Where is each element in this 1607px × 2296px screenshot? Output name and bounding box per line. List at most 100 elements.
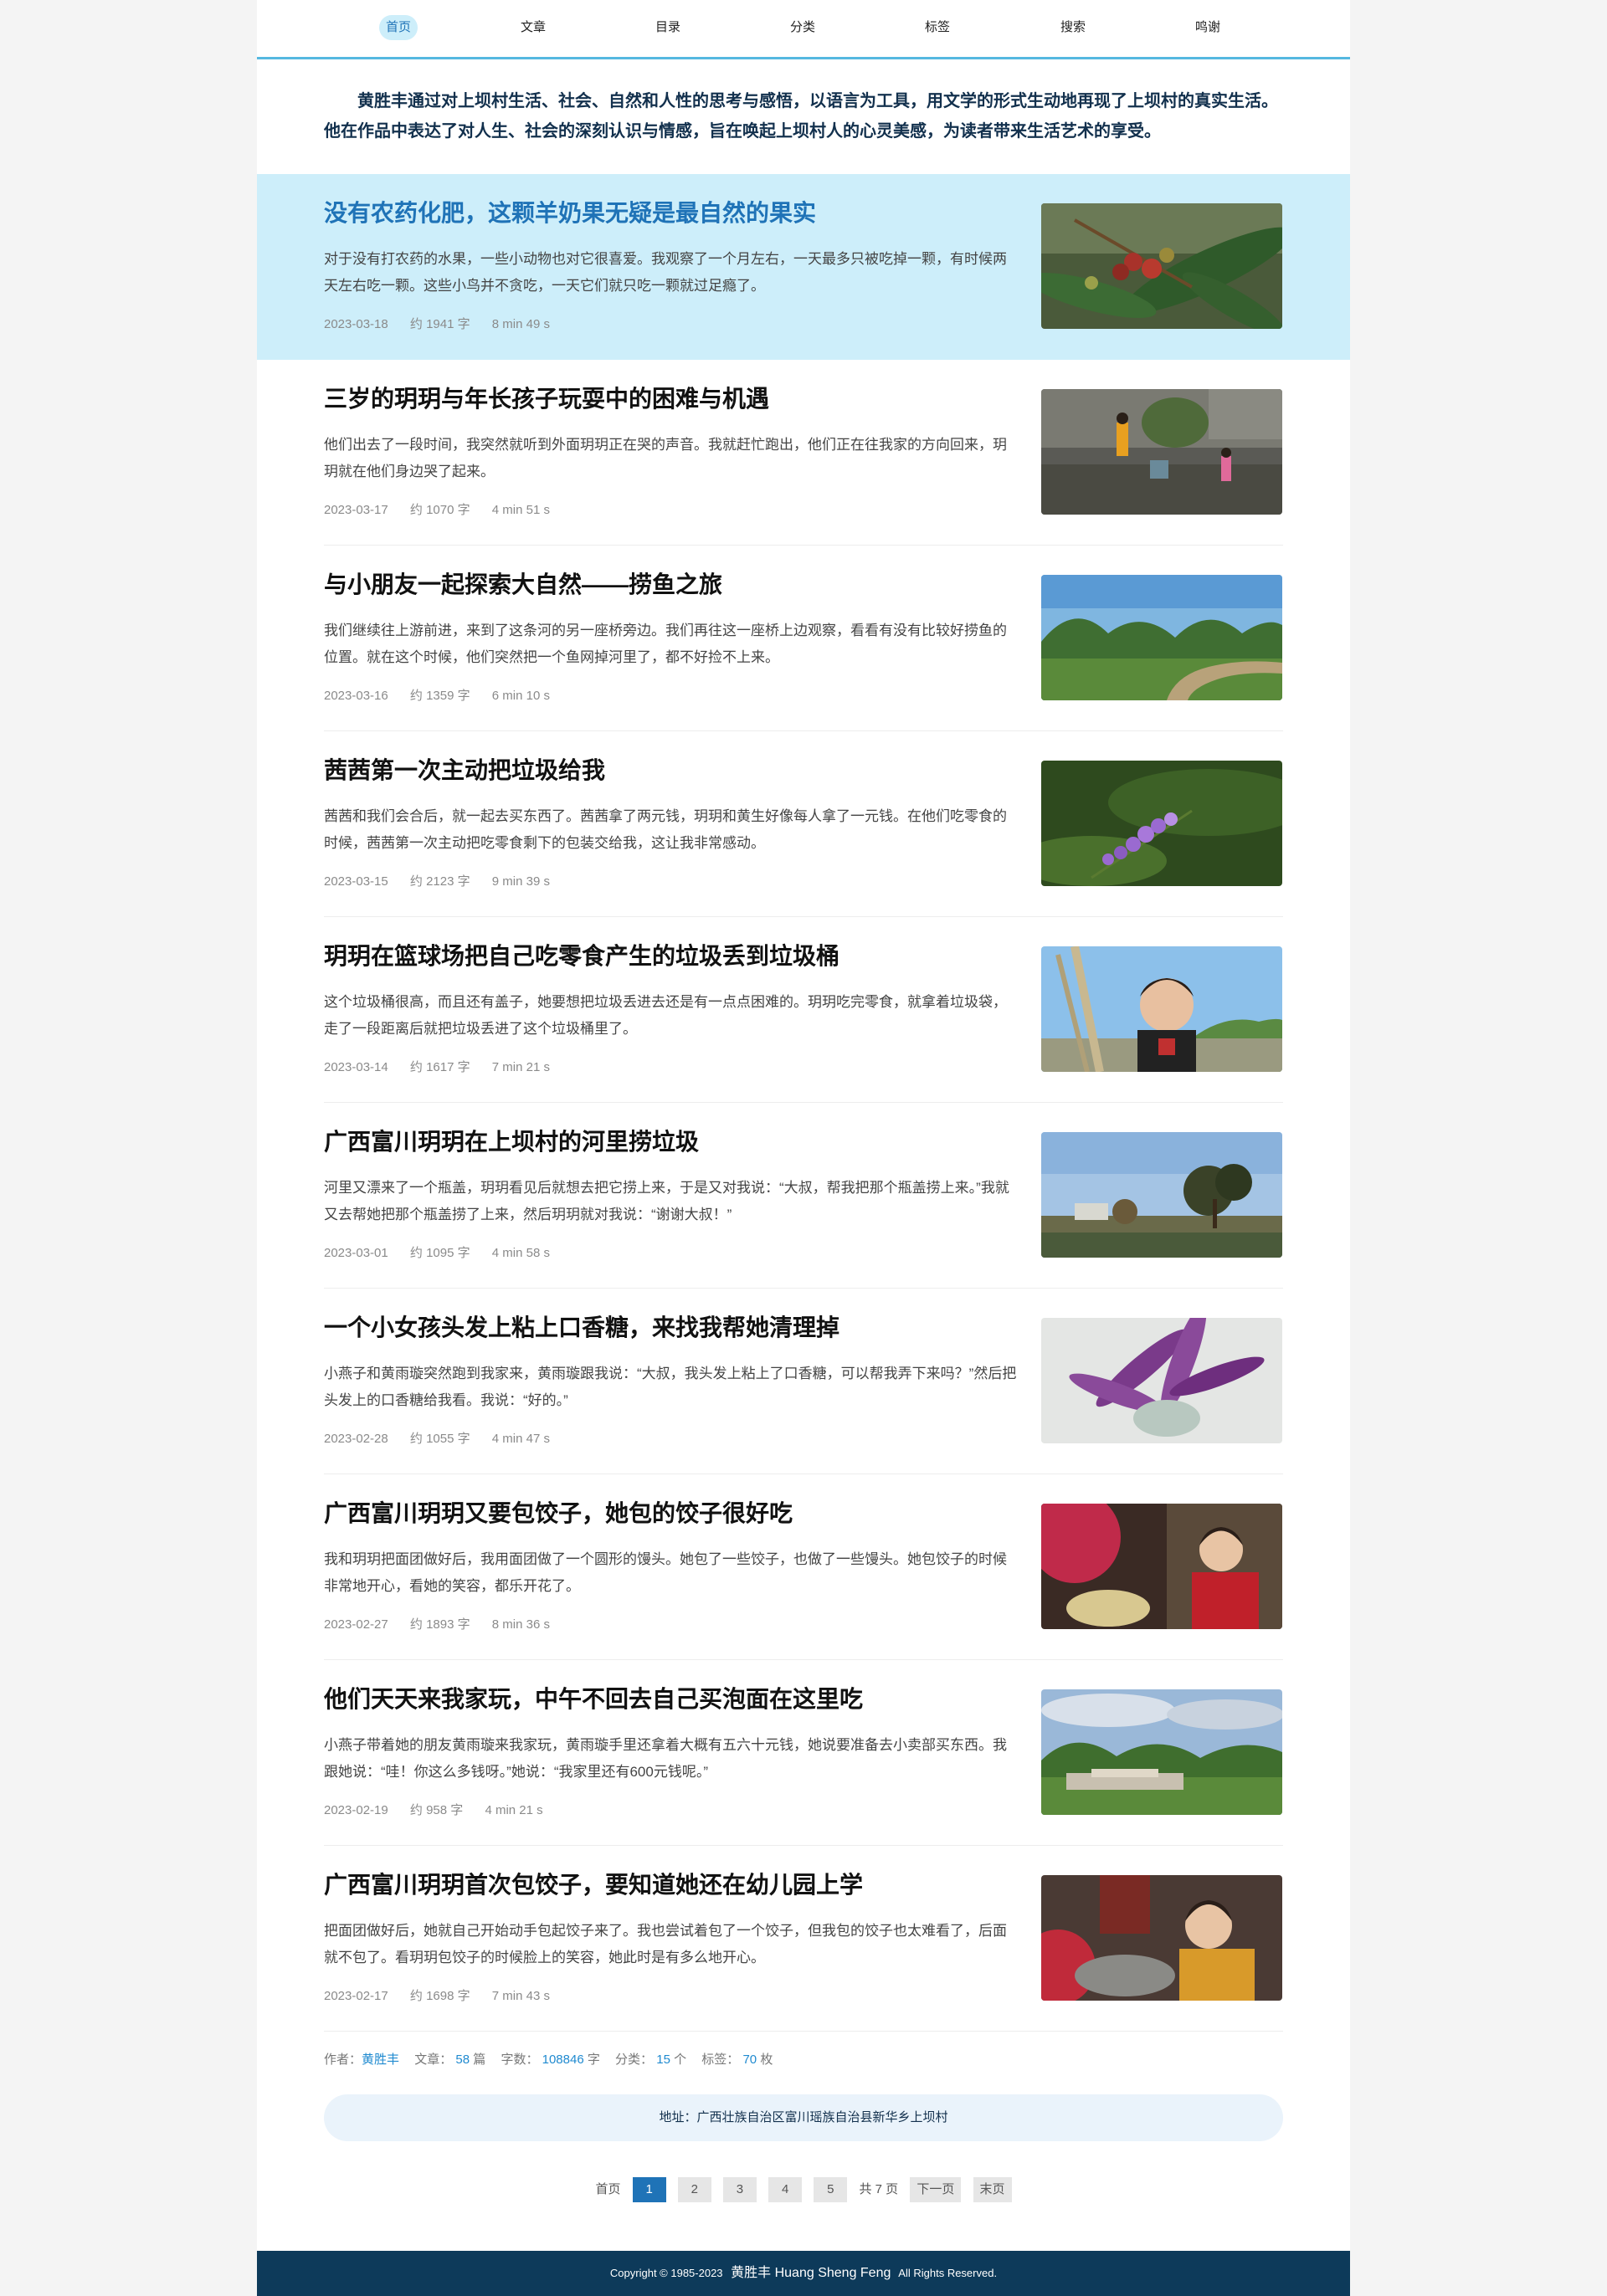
article-title[interactable]: 一个小女孩头发上粘上口香糖，来找我帮她清理掉 xyxy=(324,1311,1027,1345)
article-date: 2023-03-17 xyxy=(324,503,388,517)
pagination: 首页 1 2 3 4 5 共 7 页 下一页 末页 xyxy=(257,2177,1350,2202)
article-card[interactable]: 广西富川玥玥在上坝村的河里捞垃圾 河里又漂来了一个瓶盖，玥玥看见后就想去把它捞上… xyxy=(257,1103,1350,1289)
article-title[interactable]: 玥玥在篮球场把自己吃零食产生的垃圾丢到垃圾桶 xyxy=(324,940,1027,973)
article-card[interactable]: 玥玥在篮球场把自己吃零食产生的垃圾丢到垃圾桶 这个垃圾桶很高，而且还有盖子，她要… xyxy=(257,917,1350,1103)
tags-unit: 枚 xyxy=(760,2053,773,2067)
berries-photo[interactable] xyxy=(1041,203,1282,329)
article-word-count: 约 2123 字 xyxy=(409,874,470,889)
article-excerpt: 小燕子带着她的朋友黄雨璇来我家玩，黄雨璇手里还拿着大概有五六十元钱，她说要准备去… xyxy=(324,1737,1007,1780)
nav-item-home[interactable]: 首页 xyxy=(378,15,418,40)
divider xyxy=(324,2031,1283,2032)
last-page-button[interactable]: 末页 xyxy=(973,2177,1012,2202)
article-word-count: 约 1698 字 xyxy=(409,1989,470,2003)
riverside-trees-photo[interactable] xyxy=(1041,1132,1282,1258)
article-date: 2023-03-14 xyxy=(324,1060,388,1074)
nav-item-tags[interactable]: 标签 xyxy=(918,15,957,40)
site-stats: 作者：黄胜丰 文章： 58 篇 字数： 108846 字 分类： 15 个 标签… xyxy=(324,2050,773,2068)
article-excerpt: 茜茜和我们会合后，就一起去买东西了。茜茜拿了两元钱，玥玥和黄生好像每人拿了一元钱… xyxy=(324,808,1007,851)
article-card[interactable]: 三岁的玥玥与年长孩子玩耍中的困难与机遇 他们出去了一段时间，我突然就听到外面玥玥… xyxy=(257,360,1350,546)
article-title[interactable]: 茜茜第一次主动把垃圾给我 xyxy=(324,754,1027,787)
nav-item-catalog[interactable]: 目录 xyxy=(649,15,687,40)
purple-flower-photo[interactable] xyxy=(1041,761,1282,886)
purple-plant-photo[interactable] xyxy=(1041,1318,1282,1443)
article-title[interactable]: 他们天天来我家玩，中午不回去自己买泡面在这里吃 xyxy=(324,1683,1027,1716)
categories-unit: 个 xyxy=(674,2053,687,2067)
article-word-count: 约 958 字 xyxy=(409,1803,464,1817)
dumplings-girl-photo[interactable] xyxy=(1041,1504,1282,1629)
article-read-time: 9 min 39 s xyxy=(491,874,550,889)
article-card[interactable]: 没有农药化肥，这颗羊奶果无疑是最自然的果实 对于没有打农药的水果，一些小动物也对… xyxy=(257,174,1350,360)
article-read-time: 4 min 47 s xyxy=(491,1432,550,1446)
article-meta: 2023-02-19 约 958 字 4 min 21 s xyxy=(324,1801,562,1818)
article-read-time: 8 min 49 s xyxy=(491,317,550,331)
author-label: 作者： xyxy=(324,2053,362,2067)
article-card[interactable]: 广西富川玥玥又要包饺子，她包的饺子很好吃 我和玥玥把面团做好后，我用面团做了一个… xyxy=(257,1474,1350,1660)
article-word-count: 约 1070 字 xyxy=(409,503,470,517)
article-title[interactable]: 与小朋友一起探索大自然——捞鱼之旅 xyxy=(324,568,1027,602)
article-read-time: 7 min 21 s xyxy=(491,1060,550,1074)
tags-count: 70 xyxy=(742,2053,757,2067)
article-title[interactable]: 广西富川玥玥在上坝村的河里捞垃圾 xyxy=(324,1125,1027,1159)
articles-unit: 篇 xyxy=(473,2053,486,2067)
top-nav: 首页 文章 目录 分类 标签 搜索 鸣谢 xyxy=(257,0,1350,59)
girl-reeds-photo[interactable] xyxy=(1041,946,1282,1072)
copyright-text: Copyright © 1985-2023 xyxy=(609,2267,723,2279)
page: 首页 文章 目录 分类 标签 搜索 鸣谢 黄胜丰通过对上坝村生活、社会、自然和人… xyxy=(257,0,1350,2296)
article-card[interactable]: 广西富川玥玥首次包饺子，要知道她还在幼儿园上学 把面团做好后，她就自己开始动手包… xyxy=(257,1846,1350,2032)
page-number-1[interactable]: 1 xyxy=(632,2177,666,2202)
nav-item-thanks[interactable]: 鸣谢 xyxy=(1189,15,1227,40)
categories-count: 15 xyxy=(656,2053,670,2067)
first-page-link[interactable]: 首页 xyxy=(595,2177,620,2202)
words-unit: 字 xyxy=(587,2053,600,2067)
article-meta: 2023-03-17 约 1070 字 4 min 51 s xyxy=(324,500,568,518)
total-pages: 共 7 页 xyxy=(859,2182,899,2196)
article-title[interactable]: 没有农药化肥，这颗羊奶果无疑是最自然的果实 xyxy=(324,197,1027,230)
categories-label: 分类： xyxy=(615,2053,654,2067)
articles-label: 文章： xyxy=(414,2053,453,2067)
article-date: 2023-03-15 xyxy=(324,874,388,889)
nav-item-search[interactable]: 搜索 xyxy=(1054,15,1092,40)
articles-count: 58 xyxy=(455,2053,470,2067)
nav-item-articles[interactable]: 文章 xyxy=(514,15,552,40)
article-word-count: 约 1941 字 xyxy=(409,317,470,331)
article-read-time: 6 min 10 s xyxy=(491,689,550,703)
article-title[interactable]: 三岁的玥玥与年长孩子玩耍中的困难与机遇 xyxy=(324,382,1027,416)
address-bar: 地址：广西壮族自治区富川瑶族自治县新华乡上坝村 xyxy=(324,2094,1283,2141)
author-link[interactable]: 黄胜丰 xyxy=(362,2053,399,2067)
article-card[interactable]: 茜茜第一次主动把垃圾给我 茜茜和我们会合后，就一起去买东西了。茜茜拿了两元钱，玥… xyxy=(257,731,1350,917)
article-excerpt: 他们出去了一段时间，我突然就听到外面玥玥正在哭的声音。我就赶忙跑出，他们正在往我… xyxy=(324,437,1007,479)
article-title[interactable]: 广西富川玥玥又要包饺子，她包的饺子很好吃 xyxy=(324,1497,1027,1530)
article-date: 2023-03-16 xyxy=(324,689,388,703)
page-number-4[interactable]: 4 xyxy=(768,2177,803,2202)
article-date: 2023-02-27 xyxy=(324,1617,388,1632)
page-number-2[interactable]: 2 xyxy=(677,2177,711,2202)
footer-author-name: 黄胜丰 Huang Sheng Feng xyxy=(731,2266,891,2280)
article-meta: 2023-02-28 约 1055 字 4 min 47 s xyxy=(324,1429,568,1447)
article-read-time: 8 min 36 s xyxy=(491,1617,550,1632)
article-excerpt: 小燕子和黄雨璇突然跑到我家来，黄雨璇跟我说：“大叔，我头发上粘上了口香糖，可以帮… xyxy=(324,1366,1017,1408)
village-valley-photo[interactable] xyxy=(1041,1689,1282,1815)
article-card[interactable]: 一个小女孩头发上粘上口香糖，来找我帮她清理掉 小燕子和黄雨璇突然跑到我家来，黄雨… xyxy=(257,1289,1350,1474)
article-word-count: 约 1055 字 xyxy=(409,1432,470,1446)
article-date: 2023-02-19 xyxy=(324,1803,388,1817)
footer: Copyright © 1985-2023 黄胜丰 Huang Sheng Fe… xyxy=(257,2251,1350,2296)
article-excerpt: 这个垃圾桶很高，而且还有盖子，她要想把垃圾丢进去还是有一点点困难的。玥玥吃完零食… xyxy=(324,994,1007,1037)
article-title[interactable]: 广西富川玥玥首次包饺子，要知道她还在幼儿园上学 xyxy=(324,1868,1027,1902)
girl-making-dumplings-photo[interactable] xyxy=(1041,1875,1282,2001)
article-excerpt: 河里又漂来了一个瓶盖，玥玥看见后就想去把它捞上来，于是又对我说：“大叔，帮我把那… xyxy=(324,1180,1009,1222)
article-card[interactable]: 他们天天来我家玩，中午不回去自己买泡面在这里吃 小燕子带着她的朋友黄雨璇来我家玩… xyxy=(257,1660,1350,1846)
page-number-3[interactable]: 3 xyxy=(722,2177,757,2202)
article-excerpt: 把面团做好后，她就自己开始动手包起饺子来了。我也尝试着包了一个饺子，但我包的饺子… xyxy=(324,1923,1007,1965)
article-read-time: 4 min 21 s xyxy=(485,1803,543,1817)
words-count: 108846 xyxy=(542,2053,584,2067)
page-number-5[interactable]: 5 xyxy=(814,2177,848,2202)
nav-item-categories[interactable]: 分类 xyxy=(783,15,822,40)
article-excerpt: 我和玥玥把面团做好后，我用面团做了一个圆形的馒头。她包了一些饺子，也做了一些馒头… xyxy=(324,1551,1007,1594)
village-children-photo[interactable] xyxy=(1041,389,1282,515)
article-card[interactable]: 与小朋友一起探索大自然——捞鱼之旅 我们继续往上游前进，来到了这条河的另一座桥旁… xyxy=(257,546,1350,731)
rights-text: All Rights Reserved. xyxy=(898,2267,998,2279)
article-date: 2023-03-18 xyxy=(324,317,388,331)
hills-road-photo[interactable] xyxy=(1041,575,1282,700)
next-page-button[interactable]: 下一页 xyxy=(910,2177,962,2202)
words-label: 字数： xyxy=(501,2053,539,2067)
